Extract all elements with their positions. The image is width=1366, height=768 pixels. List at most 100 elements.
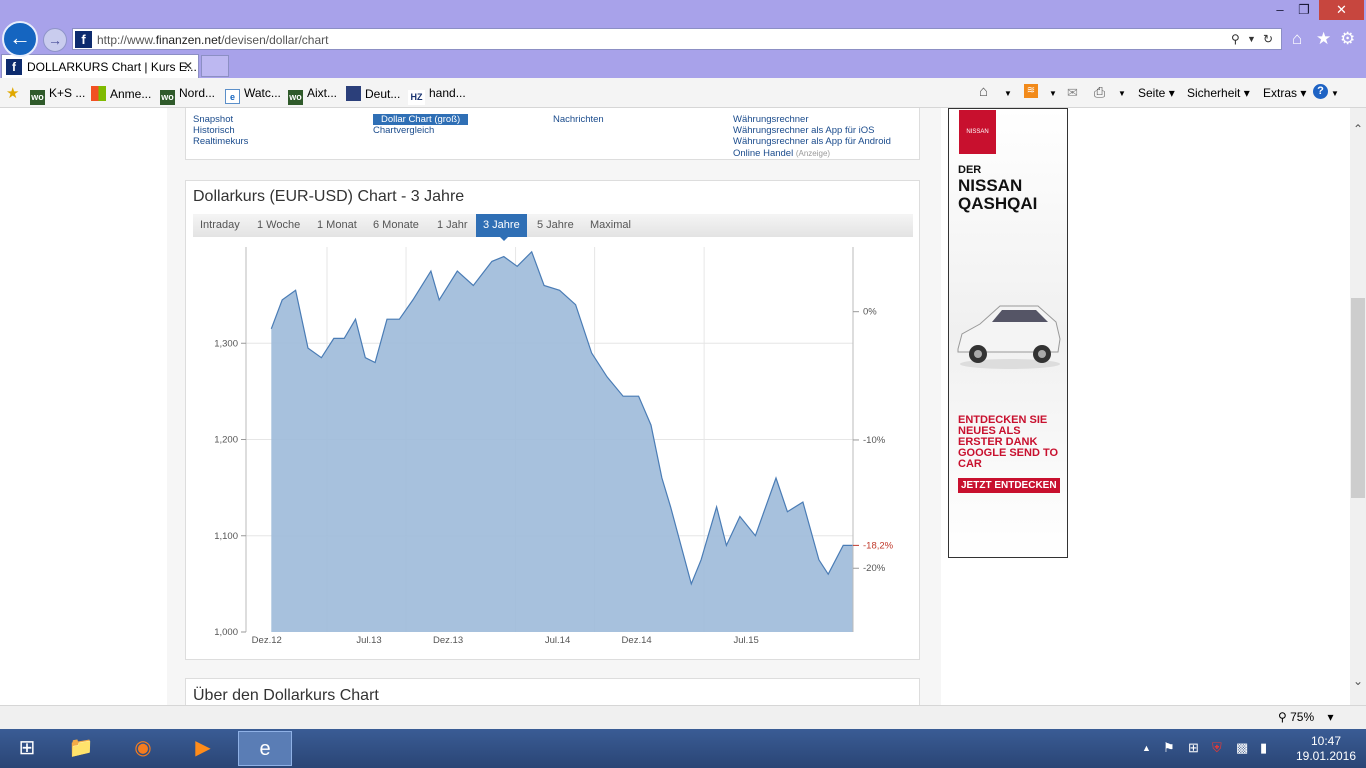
scroll-up-icon[interactable]: ⌃ <box>1353 122 1363 136</box>
link-snapshot[interactable]: Snapshot <box>193 114 233 125</box>
range-tabs: Intraday 1 Woche 1 Monat 6 Monate 1 Jahr… <box>193 214 913 241</box>
favorites-star-icon[interactable]: ★ <box>1316 29 1331 49</box>
link-box: Snapshot Historisch Realtimekurs Dollar … <box>185 108 920 160</box>
tray-up-icon[interactable]: ▲ <box>1142 743 1151 753</box>
favorite-link-1[interactable]: wo K+S ... <box>30 86 85 105</box>
favorite-link-7[interactable]: HZ hand... <box>408 86 466 105</box>
tab-row: f DOLLARKURS Chart | Kurs E... ✕ <box>0 52 1366 78</box>
taskbar: ⊞ 📁 ◉ ▶ e ▲ ⚑ ⊞ ⛨ ▩ ▮ 10:47 19.01.2016 <box>0 729 1366 768</box>
menu-sicherheit[interactable]: Sicherheit ▾ <box>1187 86 1250 100</box>
explorer-icon[interactable]: 📁 <box>54 731 108 766</box>
car-image <box>957 305 1061 369</box>
url-text[interactable]: http://www.finanzen.net/devisen/dollar/c… <box>97 33 328 47</box>
favorite-link-5[interactable]: wo Aixt... <box>288 86 337 105</box>
scroll-down-icon[interactable]: ⌄ <box>1353 674 1363 688</box>
home-icon[interactable]: ⌂ <box>1292 29 1302 49</box>
link-app-ios[interactable]: Währungsrechner als App für iOS <box>733 125 875 136</box>
link-chartvergleich[interactable]: Chartvergleich <box>373 125 434 136</box>
mail-icon[interactable]: ✉ <box>1067 85 1078 101</box>
tab-active[interactable]: f DOLLARKURS Chart | Kurs E... ✕ <box>1 54 199 78</box>
print-dropdown-icon[interactable]: ▼ <box>1118 89 1126 98</box>
flag-icon[interactable]: ⚑ <box>1163 740 1175 756</box>
dropdown-icon[interactable]: ▼ <box>1247 34 1256 44</box>
y-tick-label: 1,100 <box>214 531 238 542</box>
windows-tray-icon[interactable]: ⊞ <box>1188 740 1199 756</box>
range-tab-1-jahr[interactable]: 1 Jahr <box>430 214 475 237</box>
chart-area[interactable]: 1,300 1,200 1,100 1,000 Dez.12 Jul.13 Dez.13 J… <box>186 241 921 661</box>
y-tick-label: 1,300 <box>214 338 238 349</box>
range-tab-1-monat[interactable]: 1 Monat <box>310 214 364 237</box>
gear-icon[interactable]: ⚙ <box>1340 29 1355 49</box>
price-chart[interactable]: 1,300 1,200 1,100 1,000 Dez.12 Jul.13 Dez.13 J… <box>186 241 921 661</box>
x-tick-label: Dez.14 <box>622 635 652 646</box>
link-realtimekurs[interactable]: Realtimekurs <box>193 136 248 147</box>
refresh-icon[interactable]: ↻ <box>1263 32 1273 46</box>
vertical-scrollbar[interactable]: ⌃ ⌄ <box>1350 108 1366 705</box>
network-icon[interactable]: ▩ <box>1236 740 1248 756</box>
favorite-link-4[interactable]: e Watc... <box>225 86 281 104</box>
range-tab-6-monate[interactable]: 6 Monate <box>366 214 426 237</box>
window-titlebar: – ❐ ✕ ← → f http://www.finanzen.net/devi… <box>0 0 1366 57</box>
ie-icon: e <box>225 89 240 104</box>
scroll-thumb[interactable] <box>1351 298 1365 498</box>
address-bar[interactable]: f http://www.finanzen.net/devisen/dollar… <box>72 28 1282 50</box>
favorite-link-3[interactable]: wo Nord... <box>160 86 215 105</box>
clock[interactable]: 10:47 19.01.2016 <box>1290 734 1362 764</box>
menu-extras[interactable]: Extras ▾ <box>1263 86 1306 100</box>
y-tick-label: 1,000 <box>214 627 238 638</box>
forward-button[interactable]: → <box>43 28 67 52</box>
help-icon[interactable]: ? <box>1313 84 1328 99</box>
range-tab-3-jahre[interactable]: 3 Jahre <box>476 214 527 237</box>
ad-model: NISSAN QASHQAI <box>958 176 1038 213</box>
link-historisch[interactable]: Historisch <box>193 125 235 136</box>
chart-title: Dollarkurs (EUR-USD) Chart - 3 Jahre <box>193 188 465 205</box>
rss-icon[interactable]: ≋ <box>1024 84 1038 98</box>
link-waehrungsrechner[interactable]: Währungsrechner <box>733 114 809 125</box>
chrome-icon[interactable]: ◉ <box>116 731 170 766</box>
price-area <box>271 251 853 633</box>
command-bar: ★ wo K+S ... Anme... wo Nord... e Watc... w… <box>0 78 1366 108</box>
favorites-bar-star-icon[interactable]: ★ <box>6 84 19 102</box>
favorite-link-6[interactable]: Deut... <box>346 86 400 101</box>
ie-taskbar-icon[interactable]: e <box>238 731 292 766</box>
range-tab-intraday[interactable]: Intraday <box>193 214 247 237</box>
zoom-control[interactable]: ⚲ 75% ▾ <box>1278 710 1334 724</box>
x-tick-label: Jul.14 <box>545 635 570 646</box>
wo-icon: wo <box>160 90 175 105</box>
ad-cta-button[interactable]: JETZT ENTDECKEN <box>958 478 1060 493</box>
search-icon[interactable]: ⚲ <box>1231 32 1240 46</box>
chart-panel: Dollarkurs (EUR-USD) Chart - 3 Jahre Int… <box>185 180 920 660</box>
link-nachrichten[interactable]: Nachrichten <box>553 114 604 125</box>
wo-icon: wo <box>288 90 303 105</box>
site-favicon: f <box>75 31 92 48</box>
link-online-handel[interactable]: Online Handel (Anzeige) <box>733 148 830 159</box>
nissan-logo: NISSAN <box>959 110 996 154</box>
menu-seite[interactable]: Seite ▾ <box>1138 86 1175 100</box>
favorite-link-2[interactable]: Anme... <box>91 86 151 101</box>
home-dropdown-icon[interactable]: ▼ <box>1004 89 1012 98</box>
new-tab-button[interactable] <box>201 55 229 77</box>
home-page-icon[interactable]: ⌂ <box>979 83 988 100</box>
link-dollar-chart-gross[interactable]: Dollar Chart (groß) <box>373 114 469 125</box>
close-tab-icon[interactable]: ✕ <box>183 59 193 73</box>
volume-icon[interactable]: ▮ <box>1260 740 1267 756</box>
start-button[interactable]: ⊞ <box>0 731 54 766</box>
x-tick-label: Jul.15 <box>733 635 758 646</box>
print-icon[interactable]: ⎙ <box>1094 84 1105 101</box>
x-tick-label: Dez.13 <box>433 635 463 646</box>
help-dropdown-icon[interactable]: ▼ <box>1331 89 1339 98</box>
range-tab-maximal[interactable]: Maximal <box>583 214 638 237</box>
nissan-ad[interactable]: NISSAN DER NISSAN QASHQAI ENTDECKEN SIE N… <box>948 108 1068 558</box>
range-tab-5-jahre[interactable]: 5 Jahre <box>530 214 581 237</box>
antivirus-icon[interactable]: ⛨ <box>1212 740 1222 756</box>
link-app-android[interactable]: Währungsrechner als App für Android <box>733 136 891 147</box>
right-tick-label: -20% <box>863 563 886 574</box>
close-window-button[interactable]: ✕ <box>1319 0 1364 20</box>
media-player-icon[interactable]: ▶ <box>176 731 230 766</box>
restore-button[interactable]: ❐ <box>1290 2 1318 20</box>
y-tick-label: 1,200 <box>214 435 238 446</box>
range-tab-1-woche[interactable]: 1 Woche <box>250 214 307 237</box>
back-button[interactable]: ← <box>2 21 38 57</box>
tab-favicon: f <box>6 59 22 75</box>
rss-dropdown-icon[interactable]: ▼ <box>1049 89 1057 98</box>
